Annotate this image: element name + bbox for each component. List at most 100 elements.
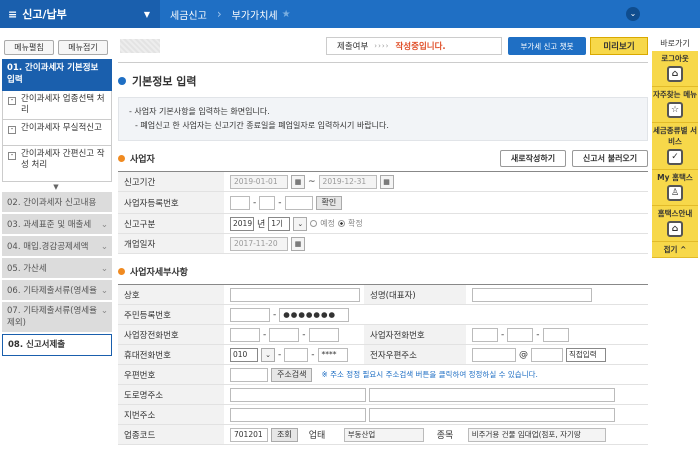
name-input[interactable] [230, 287, 360, 302]
tel-input[interactable] [542, 327, 569, 342]
open-date-input[interactable]: 2017-11-20 [230, 236, 288, 251]
notice-line: - 폐업신고 한 사업자는 신고기간 종료일을 폐업일자로 입력하시기 바랍니다… [135, 121, 389, 130]
chatbot-button[interactable]: 부가세 신고 챗봇 [508, 37, 586, 55]
menu-toggle-button[interactable]: ≡ 신고/납부 ▼ [0, 0, 160, 28]
tel-input[interactable] [230, 327, 260, 342]
jibun-address-input-1[interactable] [230, 407, 366, 422]
page-title: 기본정보 입력 [118, 73, 648, 89]
dropdown-icon[interactable]: ⌄ [293, 216, 308, 231]
logout-button[interactable]: 로그아웃 ⌂ [652, 51, 698, 87]
mobile-input[interactable]: **** [317, 347, 348, 362]
chevron-down-icon[interactable]: ⌄ [626, 7, 640, 21]
mobile-input[interactable] [284, 347, 309, 362]
expand-menu-button[interactable]: 메뉴펼침 [4, 40, 54, 55]
favorite-menu-button[interactable]: 자주찾는 메뉴 ☆ [652, 87, 698, 123]
step-01[interactable]: 01. 간이과세자 기본정보 입력 [2, 59, 112, 91]
chevron-down-icon: ⌄ [100, 306, 108, 316]
industry-code-input[interactable]: 701201 [230, 427, 268, 442]
name-label: 상호 [118, 285, 224, 304]
calendar-icon[interactable]: ▦ [379, 174, 394, 189]
regno-input-3[interactable] [284, 195, 313, 210]
my-hometax-button[interactable]: My 홈택스 ♙ [652, 170, 698, 206]
favorite-star-icon[interactable]: ★ [282, 9, 291, 20]
quick-label: My 홈택스 [657, 173, 693, 182]
quick-label: 자주찾는 메뉴 [652, 90, 697, 99]
regno-input-2[interactable] [259, 195, 276, 210]
radio-final[interactable] [338, 220, 346, 227]
rrn-input-1[interactable] [230, 307, 270, 322]
email-domain-input[interactable] [531, 347, 563, 362]
quick-label: 로그아웃 [661, 54, 689, 63]
hamburger-icon: ≡ [8, 7, 18, 21]
quick-label: 홈택스안내 [657, 209, 693, 218]
jibun-address-label: 지번주소 [118, 405, 224, 424]
collapse-menu-button[interactable]: 메뉴접기 [58, 40, 108, 55]
mobile-prefix-select[interactable]: 010 [230, 347, 258, 362]
step-03[interactable]: 03. 과세표준 및 매출세 ⌄ [2, 214, 112, 236]
chevron-down-icon: ⌄ [100, 286, 108, 296]
calendar-icon[interactable]: ▦ [291, 174, 305, 189]
post-input[interactable] [230, 367, 268, 382]
post-label: 우편번호 [118, 365, 224, 384]
lookup-button[interactable]: 조회 [271, 427, 298, 442]
section-detail: 사업자세부사항 [118, 262, 648, 280]
radio-scheduled[interactable] [310, 220, 318, 227]
period-to-input[interactable]: 2019-12-31 [318, 174, 377, 189]
rep-label: 성명(대표자) [364, 285, 466, 304]
status-arrows: ›››› [374, 42, 390, 50]
star-icon: ☆ [667, 102, 683, 118]
jibun-address-input-2[interactable] [369, 407, 615, 422]
address-note: ※ 주소 정정 필요시 주소검색 버튼을 클릭하여 정정하실 수 있습니다. [321, 370, 538, 379]
sub-step[interactable]: - 간이과세자 업종선택 처리 [2, 91, 112, 120]
breadcrumb-item[interactable]: 부가가치세 ★ [222, 0, 301, 28]
tel-input[interactable] [507, 327, 534, 342]
confirm-button[interactable]: 확인 [315, 195, 343, 210]
step-06[interactable]: 06. 기타제출서류(영세율 ⌄ [2, 280, 112, 302]
step-02[interactable]: 02. 간이과세자 신고내용 [2, 192, 112, 214]
tel-input[interactable] [308, 327, 339, 342]
email-domain-select[interactable]: 직접입력 [566, 347, 606, 362]
year-select[interactable]: 2019 [230, 216, 254, 231]
road-address-input-2[interactable] [369, 387, 615, 402]
road-address-label: 도로명주소 [118, 385, 224, 404]
term-select[interactable]: 1기 [268, 216, 291, 231]
hometax-guide-button[interactable]: 홈택스안내 ⌂ [652, 206, 698, 242]
mobile-label: 휴대전화번호 [118, 345, 224, 364]
address-search-button[interactable]: 주소검색 [271, 367, 313, 382]
rrn-input-2[interactable]: ●●●●●●● [279, 307, 350, 322]
step-05[interactable]: 05. 가산세 ⌄ [2, 258, 112, 280]
biz-tel-label: 사업장전화번호 [118, 325, 224, 344]
caret-down-icon: ▼ [143, 9, 150, 19]
step-label: 03. 과세표준 및 매출세 [7, 220, 92, 230]
blurred-field [120, 39, 160, 53]
chevron-down-icon: ⌄ [100, 220, 108, 230]
regno-label: 사업자등록번호 [118, 192, 224, 213]
tax-service-button[interactable]: 세금종류별 서비스 ✓ [652, 123, 698, 170]
period-from-input[interactable]: 2019-01-01 [230, 174, 288, 189]
new-write-button[interactable]: 새로작성하기 [500, 149, 566, 167]
step-label: 06. 기타제출서류(영세율 [7, 286, 97, 296]
item-label: 종목 [436, 431, 454, 441]
calendar-icon[interactable]: ▦ [291, 236, 305, 251]
step-08[interactable]: 08. 신고서제출 [2, 334, 112, 356]
step-07[interactable]: 07. 기타제출서류(영세율 제외) ⌄ [2, 302, 112, 334]
at-sign: @ [519, 349, 528, 360]
chatbot-label: 부가세 신고 챗봇 [520, 41, 574, 51]
sub-step[interactable]: - 간이과세자 간편신고 작성 처리 [2, 146, 112, 182]
crumb-label: 세금신고 [170, 10, 207, 22]
breadcrumb-item[interactable]: 세금신고 [160, 0, 217, 28]
sub-step[interactable]: - 간이과세자 무실적신고 [2, 120, 112, 146]
email-id-input[interactable] [472, 347, 516, 362]
step-04[interactable]: 04. 매입.경감공제세액 ⌄ [2, 236, 112, 258]
tel-input[interactable] [472, 327, 498, 342]
road-address-input-1[interactable] [230, 387, 366, 402]
load-return-button[interactable]: 신고서 불러오기 [572, 149, 648, 167]
dropdown-icon[interactable]: ⌄ [261, 347, 275, 362]
section-title: 사업자세부사항 [130, 267, 188, 278]
status-label: 제출여부 [337, 42, 369, 52]
fold-button[interactable]: 접기 ^ [652, 242, 698, 258]
preview-button[interactable]: 미리보기 [590, 37, 648, 55]
tel-input[interactable] [269, 327, 300, 342]
rep-input[interactable] [472, 287, 592, 302]
regno-input-1[interactable] [230, 195, 250, 210]
